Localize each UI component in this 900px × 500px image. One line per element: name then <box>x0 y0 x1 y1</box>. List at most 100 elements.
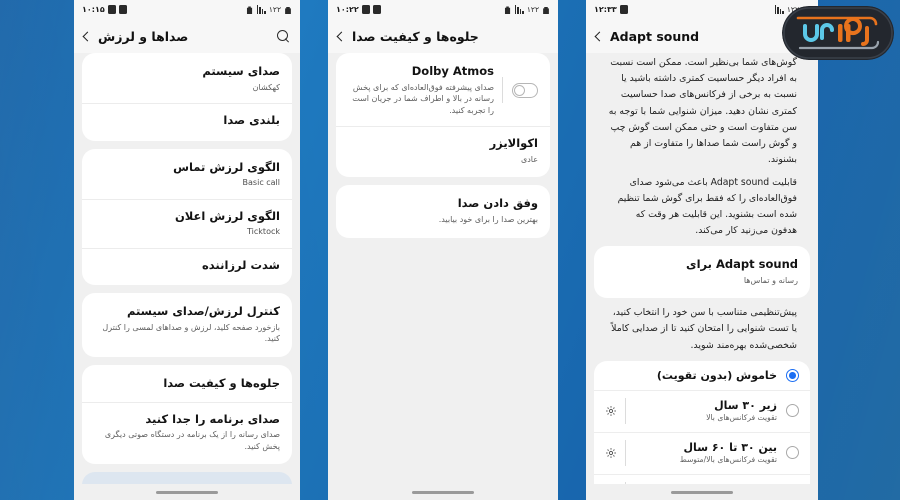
phone-panel-sounds-and-vibration: ۱۲۲ ۱۰:۱۵ صداها و لرزش صدای سیستم کهکشان… <box>74 0 300 500</box>
screenshot-stage: ۱۲۲ ۱۰:۱۵ صداها و لرزش صدای سیستم کهکشان… <box>0 0 900 500</box>
preset-option-under-30[interactable]: زیر ۳۰ سال تقویت فرکانس‌های بالا <box>594 389 810 432</box>
gesture-bar[interactable] <box>328 484 558 500</box>
lock-icon <box>803 6 809 14</box>
list-item-title: اکوالایزر <box>489 136 538 151</box>
phone-panel-sound-effects-and-quality: ۱۲۲ ۱۰:۲۲ جلوه‌ها و کیفیت صدا <box>328 0 558 500</box>
status-bar-right: ۱۰:۲۲ <box>336 5 381 14</box>
list-item-title: صدای سیستم <box>202 64 280 78</box>
vertical-divider <box>625 439 626 466</box>
lock-icon <box>285 6 291 14</box>
list-item-subtitle: عادی <box>520 154 538 164</box>
gesture-bar[interactable] <box>74 484 300 500</box>
dolby-atmos-toggle[interactable] <box>512 82 538 98</box>
battery-percent: ۱۲۲ <box>268 5 281 14</box>
toggle-knob <box>514 84 525 96</box>
status-bar: ۱۲۲ ۱۲:۳۳ <box>586 0 818 19</box>
signal-icon <box>774 5 784 14</box>
page-title: صداها و لرزش <box>82 29 188 44</box>
preset-settings-area[interactable] <box>605 439 626 466</box>
list-item[interactable]: بلندی صدا <box>82 103 292 139</box>
list-item-equalizer[interactable]: اکوالایزر عادی <box>336 126 550 175</box>
adapt-sound-content[interactable]: گوش‌های شما بی‌نظیر است. ممکن است نسبت ب… <box>586 53 818 484</box>
list-item-subtitle: رسانه و تماس‌ها <box>743 275 798 285</box>
clock: ۱۲:۳۳ <box>594 5 617 14</box>
list-item-title: جلوه‌ها و کیفیت صدا <box>163 376 280 391</box>
vertical-divider <box>625 397 626 424</box>
list-item-subtitle: بهترین صدا را برای خود بیابید. <box>438 214 538 224</box>
radio-button-selected[interactable] <box>786 368 799 382</box>
intro-paragraph: گوش‌های شما بی‌نظیر است. ممکن است نسبت ب… <box>608 57 797 166</box>
radio-button[interactable] <box>786 404 799 418</box>
preset-option-text: خاموش (بدون تقویت) <box>605 369 777 382</box>
list-item-subtitle: صدای پیشرفته فوق‌العاده‌ای که برای پخش ر… <box>352 82 494 115</box>
list-item[interactable]: کنترل لرزش/صدای سیستم بازخورد صفحه کلید،… <box>82 295 292 355</box>
lock-icon <box>543 6 549 14</box>
settings-list[interactable]: صدای سیستم کهکشان بلندی صدا الگوی لرزش ت… <box>74 53 300 484</box>
page-title: جلوه‌ها و کیفیت صدا <box>336 28 479 44</box>
preset-option-subtitle: تقویت فرکانس‌های بالا <box>706 413 777 423</box>
list-item[interactable]: الگوی لرزش تماس Basic call <box>82 151 292 199</box>
image-icon <box>107 5 116 14</box>
settings-group-system-sound: صدای سیستم کهکشان بلندی صدا <box>82 53 292 141</box>
page-title-text: Adapt sound <box>610 28 700 44</box>
battery-percent: ۱۲۲ <box>526 5 539 14</box>
clock: ۱۰:۱۵ <box>82 5 105 14</box>
list-item-subtitle: صدای رسانه را از یک برنامه در دستگاه صوت… <box>104 430 280 451</box>
bag-icon <box>504 6 511 14</box>
dolby-atmos-toggle-area[interactable] <box>502 77 538 104</box>
list-item[interactable]: شدت لرزاننده <box>82 247 292 284</box>
battery-percent: ۱۲۲ <box>786 5 799 14</box>
battery-icon <box>619 5 628 14</box>
list-item[interactable]: صدای برنامه را جدا کنید صدای رسانه را از… <box>82 401 292 463</box>
list-item-title: الگوی لرزش تماس <box>173 159 280 174</box>
page-title: Adapt sound <box>594 28 700 44</box>
app-header: جلوه‌ها و کیفیت صدا <box>328 19 558 53</box>
preset-options-card: خاموش (بدون تقویت) زیر ۳۰ سال تقویت فرکا… <box>594 360 810 484</box>
gesture-bar[interactable] <box>586 484 818 500</box>
status-bar-left: ۱۲۲ <box>246 5 292 14</box>
list-item-dolby-atmos[interactable]: Dolby Atmos صدای پیشرفته فوق‌العاده‌ای ک… <box>336 55 550 126</box>
list-item-subtitle: Basic call <box>242 178 280 188</box>
battery-icon <box>372 5 381 14</box>
list-item-adapt-sound-for[interactable]: Adapt sound برای رسانه و تماس‌ها <box>594 248 810 296</box>
list-item-title: صدای برنامه را جدا کنید <box>145 411 280 426</box>
settings-list[interactable]: Dolby Atmos صدای پیشرفته فوق‌العاده‌ای ک… <box>328 53 558 484</box>
back-chevron-icon[interactable] <box>336 31 347 41</box>
list-item-sound-effects[interactable]: جلوه‌ها و کیفیت صدا <box>82 367 292 402</box>
list-item-title: وفق دادن صدا <box>457 196 538 211</box>
signal-icon <box>514 5 524 14</box>
gear-icon[interactable] <box>605 447 617 459</box>
preset-settings-area[interactable] <box>605 397 626 424</box>
gear-icon[interactable] <box>605 405 617 417</box>
search-icon[interactable] <box>277 29 290 43</box>
radio-button[interactable] <box>786 446 799 460</box>
preset-option-off[interactable]: خاموش (بدون تقویت) <box>594 362 810 390</box>
app-header: Adapt sound <box>586 19 818 53</box>
clock: ۱۰:۲۲ <box>336 5 359 14</box>
list-item-title: شدت لرزاننده <box>202 257 280 272</box>
feature-paragraph: قابلیت Adapt sound باعث می‌شود صدای فوق‌… <box>617 177 797 237</box>
back-chevron-icon[interactable] <box>82 31 93 41</box>
list-item-title: بلندی صدا <box>223 113 280 128</box>
list-item-subtitle: بازخورد صفحه کلید، لرزش و صداهای لمسی را… <box>102 322 280 344</box>
status-bar: ۱۲۲ ۱۰:۲۲ <box>328 0 558 19</box>
preset-option-title: بین ۳۰ تا ۶۰ سال <box>683 441 777 455</box>
battery-icon <box>118 5 127 14</box>
back-chevron-icon[interactable] <box>594 31 605 41</box>
settings-group-adapt-sound: وفق دادن صدا بهترین صدا را برای خود بیاب… <box>336 185 550 238</box>
adapt-sound-scope-card: Adapt sound برای رسانه و تماس‌ها <box>594 246 810 299</box>
list-item-title: الگوی لرزش اعلان <box>174 208 280 223</box>
list-item-title: کنترل لرزش/صدای سیستم <box>126 304 280 319</box>
list-item-adapt-sound[interactable]: وفق دادن صدا بهترین صدا را برای خود بیاب… <box>336 187 550 235</box>
image-icon <box>361 5 370 14</box>
preset-option-text: زیر ۳۰ سال تقویت فرکانس‌های بالا <box>635 399 777 422</box>
page-title-text: جلوه‌ها و کیفیت صدا <box>352 28 479 44</box>
list-item[interactable]: الگوی لرزش اعلان Ticktock <box>82 198 292 248</box>
status-bar-right: ۱۰:۱۵ <box>82 5 127 14</box>
preset-option-over-60[interactable]: بالاتر از ۶۰ سال تقویت همه فرکانس‌ها <box>594 473 810 484</box>
list-item[interactable]: صدای سیستم کهکشان <box>82 55 292 103</box>
app-header: صداها و لرزش <box>74 19 300 53</box>
settings-group-sound-quality: جلوه‌ها و کیفیت صدا صدای برنامه را جدا ک… <box>82 365 292 465</box>
status-bar-left: ۱۲۲ <box>504 5 550 14</box>
preset-option-30-to-60[interactable]: بین ۳۰ تا ۶۰ سال تقویت فرکانس‌های بالا/م… <box>594 431 810 474</box>
